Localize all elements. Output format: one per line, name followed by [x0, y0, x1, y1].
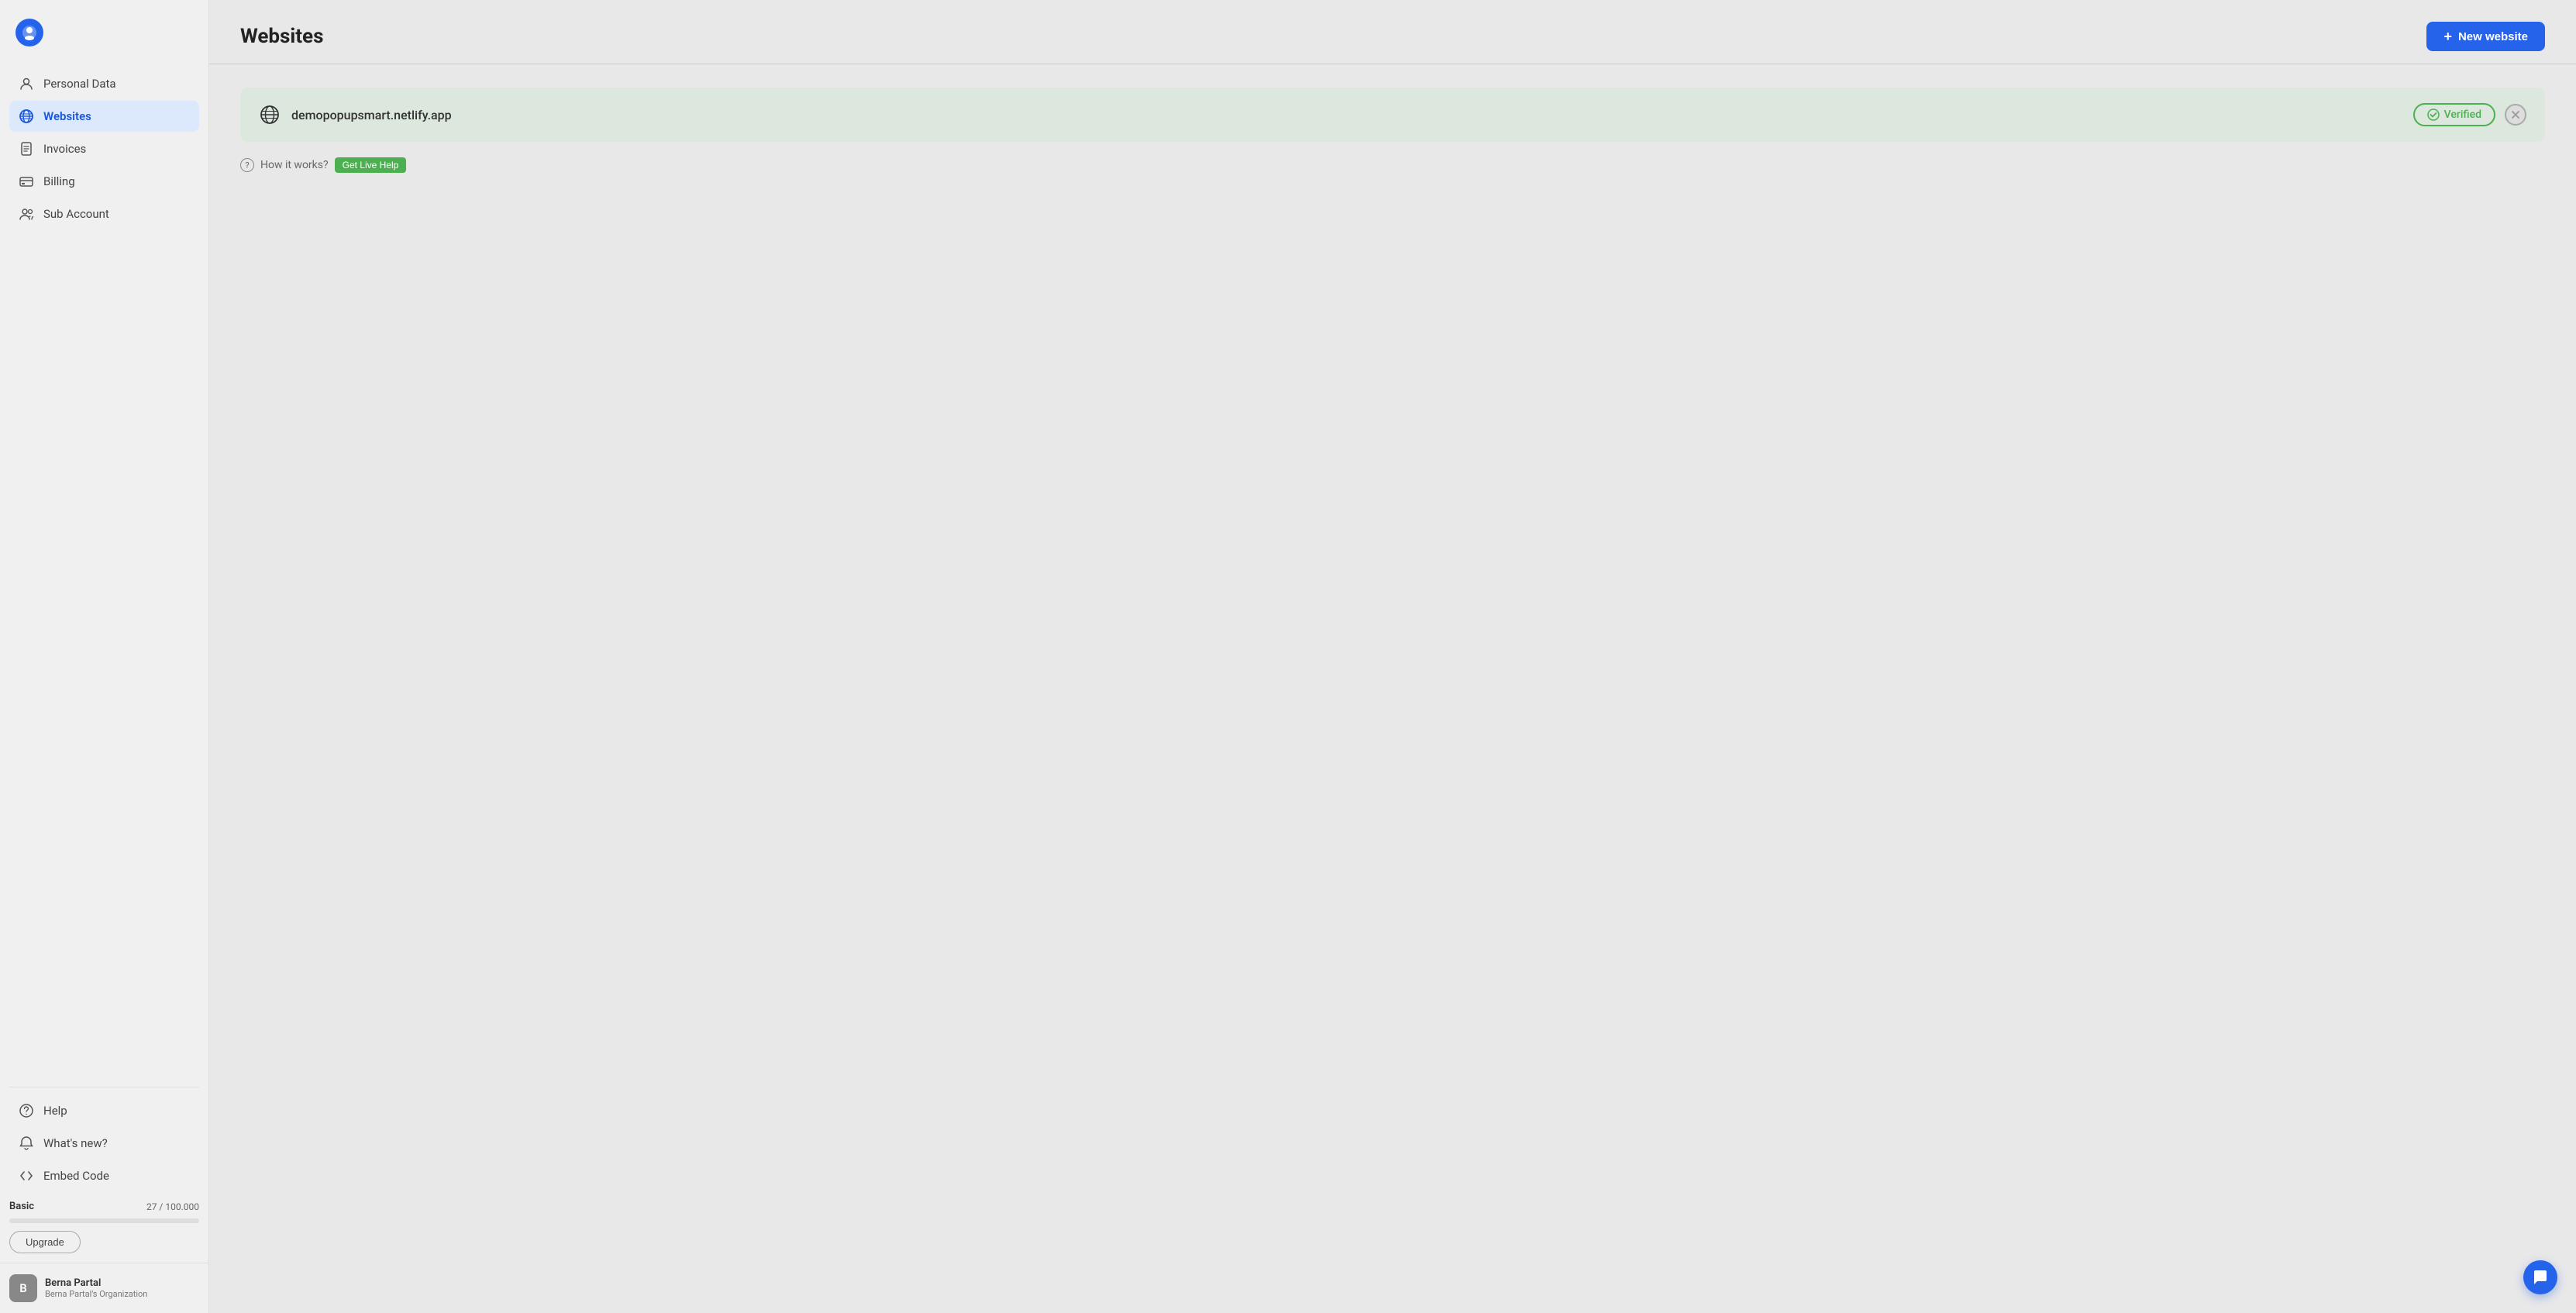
logo-icon — [15, 19, 43, 47]
people-icon — [19, 206, 34, 222]
person-icon — [19, 76, 34, 91]
sidebar-item-websites[interactable]: Websites — [9, 101, 199, 132]
website-globe-icon — [259, 104, 281, 126]
avatar: B — [9, 1274, 37, 1302]
check-icon — [2427, 109, 2440, 121]
upgrade-button[interactable]: Upgrade — [9, 1231, 81, 1253]
sidebar-item-label: Sub Account — [43, 207, 109, 221]
user-org: Berna Partal's Organization — [45, 1289, 147, 1299]
sidebar-item-label: Embed Code — [43, 1169, 109, 1183]
user-section: B Berna Partal Berna Partal's Organizati… — [0, 1263, 208, 1313]
sidebar-bottom: Help What's new? Embed Code — [0, 1071, 208, 1191]
sidebar-item-whats-new[interactable]: What's new? — [9, 1128, 199, 1159]
plan-info: Basic 27 / 100.000 — [9, 1201, 199, 1212]
new-website-button-label: New website — [2458, 30, 2528, 43]
new-website-button[interactable]: + New website — [2426, 22, 2545, 51]
sidebar-item-sub-account[interactable]: Sub Account — [9, 198, 199, 229]
sidebar-item-help[interactable]: Help — [9, 1095, 199, 1126]
website-card: demopopupsmart.netlify.app Verified — [240, 88, 2545, 142]
page-title: Websites — [240, 25, 323, 48]
verified-label: Verified — [2444, 109, 2481, 121]
logo — [0, 0, 208, 62]
plan-name: Basic — [9, 1201, 34, 1212]
sidebar-item-label: Help — [43, 1104, 67, 1118]
main-header: Websites + New website — [209, 0, 2576, 64]
sidebar-item-label: Personal Data — [43, 77, 116, 91]
question-circle-icon — [19, 1103, 34, 1118]
how-it-works: ? How it works? Get Live Help — [240, 157, 2545, 173]
sidebar: Personal Data Websites Invoices — [0, 0, 209, 1313]
document-icon — [19, 141, 34, 157]
website-card-left: demopopupsmart.netlify.app — [259, 104, 452, 126]
code-bracket-icon — [19, 1168, 34, 1184]
delete-website-button[interactable] — [2505, 104, 2526, 126]
sidebar-item-label: Invoices — [43, 142, 86, 156]
sidebar-item-billing[interactable]: Billing — [9, 166, 199, 197]
globe-icon — [19, 109, 34, 124]
verified-badge: Verified — [2413, 103, 2495, 126]
website-url: demopopupsmart.netlify.app — [291, 108, 452, 122]
sidebar-item-invoices[interactable]: Invoices — [9, 133, 199, 164]
sidebar-item-label: Websites — [43, 109, 91, 123]
plus-icon: + — [2443, 29, 2452, 43]
plan-progress-bar — [9, 1218, 199, 1223]
user-info: Berna Partal Berna Partal's Organization — [45, 1277, 147, 1299]
main-content-area: Websites + New website demopopupsmart.ne… — [209, 0, 2576, 1313]
sidebar-nav: Personal Data Websites Invoices — [0, 62, 208, 1071]
main-content: demopopupsmart.netlify.app Verified — [209, 64, 2576, 196]
user-name: Berna Partal — [45, 1277, 147, 1289]
how-it-works-text: How it works? — [260, 159, 329, 171]
chat-bubble-button[interactable] — [2523, 1260, 2557, 1294]
website-card-right: Verified — [2413, 103, 2526, 126]
sidebar-item-embed-code[interactable]: Embed Code — [9, 1160, 199, 1191]
bell-icon — [19, 1136, 34, 1151]
plan-section: Basic 27 / 100.000 Upgrade — [0, 1191, 208, 1263]
get-live-help-button[interactable]: Get Live Help — [335, 157, 407, 173]
card-icon — [19, 174, 34, 189]
sidebar-item-personal-data[interactable]: Personal Data — [9, 68, 199, 99]
question-icon: ? — [240, 158, 254, 172]
sidebar-item-label: Billing — [43, 174, 75, 188]
plan-count: 27 / 100.000 — [146, 1201, 199, 1212]
sidebar-item-label: What's new? — [43, 1136, 108, 1150]
